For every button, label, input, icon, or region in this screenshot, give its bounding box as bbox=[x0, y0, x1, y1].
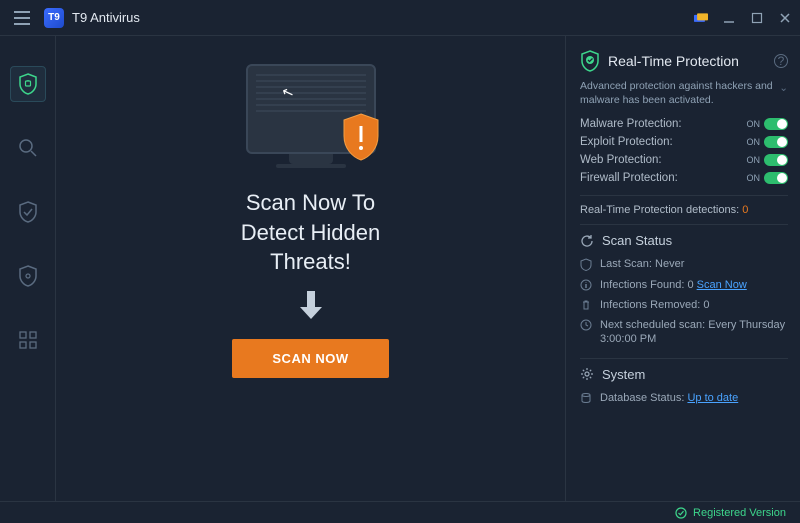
monitor-illustration: ↖ bbox=[246, 64, 376, 168]
hero-panel: ↖ Scan Now To Detect Hidden Threats! SCA… bbox=[56, 36, 565, 501]
firewall-switch[interactable] bbox=[764, 172, 788, 184]
close-button[interactable] bbox=[778, 11, 792, 25]
app-title: T9 Antivirus bbox=[72, 10, 140, 25]
minimize-button[interactable] bbox=[722, 11, 736, 25]
card-icon[interactable] bbox=[694, 11, 708, 25]
sidebar-item-firewall[interactable] bbox=[10, 258, 46, 294]
down-arrow-icon bbox=[298, 291, 324, 321]
toggle-firewall: Firewall Protection: ON bbox=[580, 169, 788, 187]
malware-switch[interactable] bbox=[764, 118, 788, 130]
sidebar-item-home[interactable] bbox=[10, 66, 46, 102]
next-scan-row: Next scheduled scan: Every Thursday 3:00… bbox=[580, 315, 788, 350]
info-icon bbox=[580, 279, 592, 291]
check-circle-icon bbox=[675, 507, 687, 519]
main-area: ↖ Scan Now To Detect Hidden Threats! SCA… bbox=[0, 36, 800, 501]
maximize-button[interactable] bbox=[750, 11, 764, 25]
toggle-label: Firewall Protection: bbox=[580, 172, 678, 184]
app-logo: T9 T9 Antivirus bbox=[44, 8, 140, 28]
infections-found-row: Infections Found: 0 Scan Now bbox=[580, 275, 788, 295]
menu-button[interactable] bbox=[8, 4, 36, 32]
toggle-label: Web Protection: bbox=[580, 154, 662, 166]
footer: Registered Version bbox=[0, 501, 800, 523]
refresh-icon bbox=[580, 234, 594, 248]
toggle-label: Exploit Protection: bbox=[580, 136, 673, 148]
help-icon[interactable]: ? bbox=[774, 54, 788, 68]
right-panel: Real-Time Protection ? Advanced protecti… bbox=[565, 36, 800, 501]
check-shield-icon bbox=[580, 258, 592, 271]
db-status-row: Database Status: Up to date bbox=[580, 388, 788, 408]
registered-label: Registered Version bbox=[693, 507, 786, 519]
gear-icon bbox=[580, 367, 594, 381]
exploit-switch[interactable] bbox=[764, 136, 788, 148]
scan-status-header: Scan Status bbox=[580, 233, 788, 248]
realtime-title: Real-Time Protection bbox=[608, 53, 766, 69]
shield-alert-icon bbox=[340, 112, 382, 162]
toggle-malware: Malware Protection: ON bbox=[580, 115, 788, 133]
content: ↖ Scan Now To Detect Hidden Threats! SCA… bbox=[56, 36, 800, 501]
clock-icon bbox=[580, 319, 592, 331]
sidebar-item-scan[interactable] bbox=[10, 130, 46, 166]
title-bar: T9 T9 Antivirus bbox=[0, 0, 800, 36]
database-icon bbox=[580, 392, 592, 404]
sidebar-item-protection[interactable] bbox=[10, 194, 46, 230]
hero-headline: Scan Now To Detect Hidden Threats! bbox=[241, 188, 380, 277]
logo-badge-icon: T9 bbox=[44, 8, 64, 28]
system-header: System bbox=[580, 367, 788, 382]
toggle-web: Web Protection: ON bbox=[580, 151, 788, 169]
last-scan-row: Last Scan: Never bbox=[580, 254, 788, 274]
scan-now-button[interactable]: SCAN NOW bbox=[232, 339, 388, 378]
sidebar-item-tools[interactable] bbox=[10, 322, 46, 358]
realtime-desc: Advanced protection against hackers and … bbox=[580, 80, 788, 107]
infections-removed-row: Infections Removed: 0 bbox=[580, 295, 788, 315]
toggle-label: Malware Protection: bbox=[580, 118, 682, 130]
shield-check-icon bbox=[580, 50, 600, 72]
scan-now-link[interactable]: Scan Now bbox=[697, 279, 747, 291]
chevron-down-icon[interactable]: ⌄ bbox=[779, 82, 788, 96]
sidebar bbox=[0, 36, 56, 501]
trash-icon bbox=[580, 299, 592, 311]
detections-row: Real-Time Protection detections: 0 bbox=[580, 204, 788, 216]
toggle-exploit: Exploit Protection: ON bbox=[580, 133, 788, 151]
web-switch[interactable] bbox=[764, 154, 788, 166]
db-status-link[interactable]: Up to date bbox=[687, 392, 738, 404]
